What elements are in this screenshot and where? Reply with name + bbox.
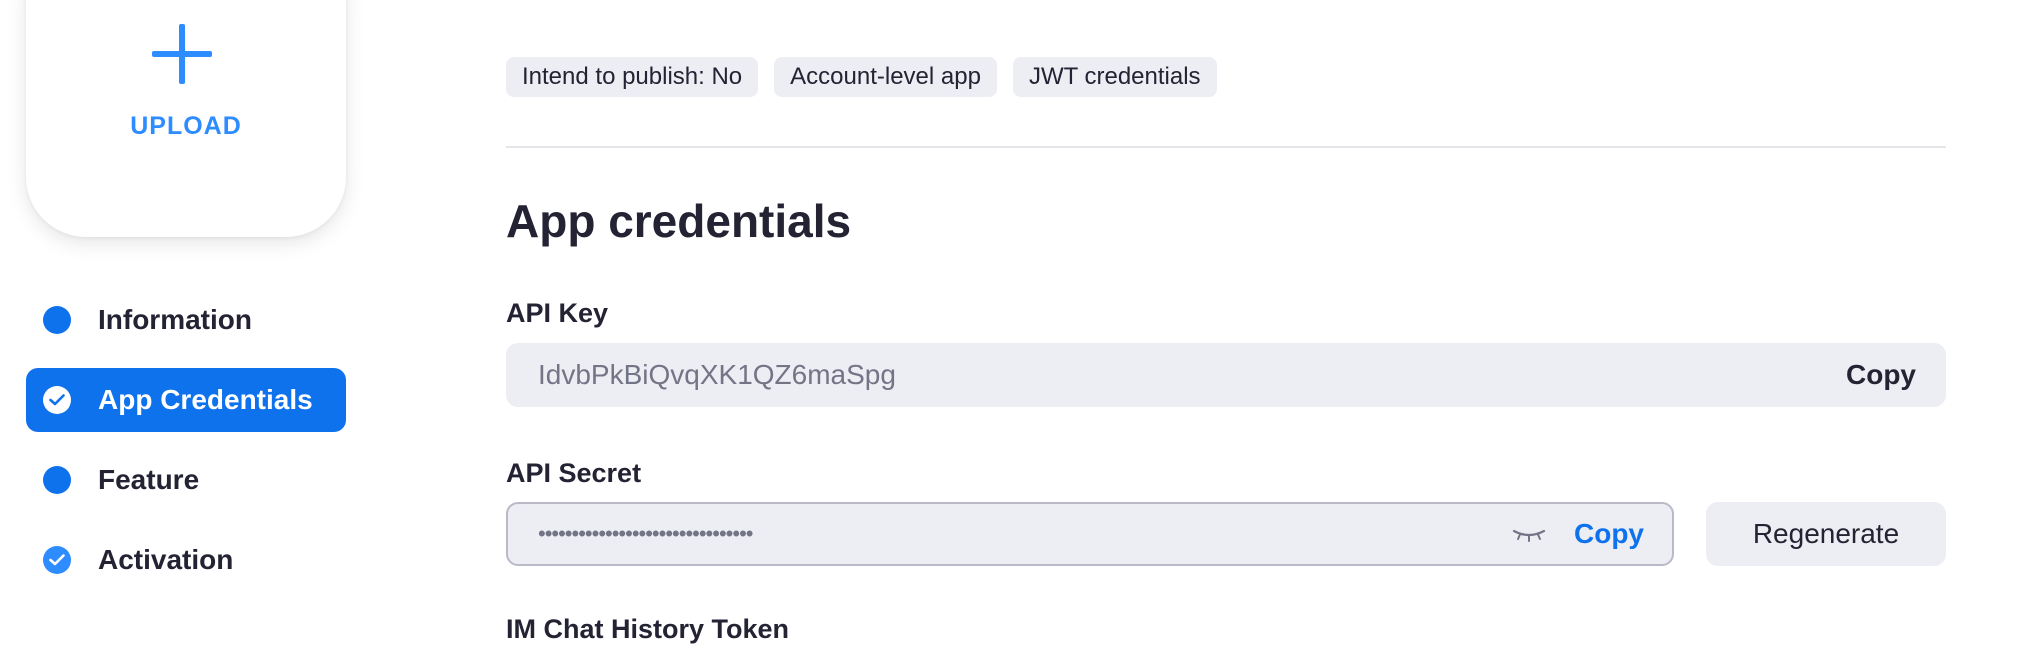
copy-api-secret-button[interactable]: Copy	[1574, 504, 1644, 564]
api-key-value: IdvbPkBiQvqXK1QZ6maSpg	[538, 359, 896, 390]
step-label: Feature	[98, 464, 200, 495]
step-information[interactable]: Information	[26, 288, 346, 352]
step-feature[interactable]: Feature	[26, 448, 346, 512]
plus-icon	[152, 24, 212, 84]
step-app-credentials[interactable]: App Credentials	[26, 368, 346, 432]
step-label: Information	[98, 304, 252, 335]
api-secret-masked-value: ••••••••••••••••••••••••••••••••	[538, 521, 753, 546]
api-secret-field[interactable]: •••••••••••••••••••••••••••••••• Copy	[506, 502, 1674, 566]
step-label: Activation	[98, 544, 234, 575]
steps-nav: Information App Credentials Feature Acti…	[26, 288, 346, 608]
section-title: App credentials	[506, 195, 852, 247]
step-activation[interactable]: Activation	[26, 528, 346, 592]
eye-closed-icon[interactable]	[1512, 526, 1546, 544]
im-chat-history-token-label: IM Chat History Token	[506, 614, 790, 644]
api-key-field: IdvbPkBiQvqXK1QZ6maSpg Copy	[506, 343, 1946, 407]
tag-account-level: Account-level app	[774, 57, 997, 97]
app-tags: Intend to publish: No Account-level app …	[506, 57, 1217, 97]
upload-label: UPLOAD	[130, 112, 242, 140]
check-circle-icon	[43, 546, 71, 574]
check-circle-icon	[43, 386, 71, 414]
regenerate-button[interactable]: Regenerate	[1706, 502, 1946, 566]
tag-intend-to-publish: Intend to publish: No	[506, 57, 759, 97]
copy-api-key-button[interactable]: Copy	[1846, 343, 1916, 407]
tag-jwt-credentials: JWT credentials	[1012, 57, 1217, 97]
api-key-label: API Key	[506, 298, 609, 328]
upload-card[interactable]: UPLOAD	[26, 0, 346, 237]
api-secret-label: API Secret	[506, 458, 642, 488]
step-label: App Credentials	[98, 384, 313, 415]
dot-icon	[43, 306, 71, 334]
dot-icon	[43, 466, 71, 494]
divider	[506, 146, 1946, 148]
